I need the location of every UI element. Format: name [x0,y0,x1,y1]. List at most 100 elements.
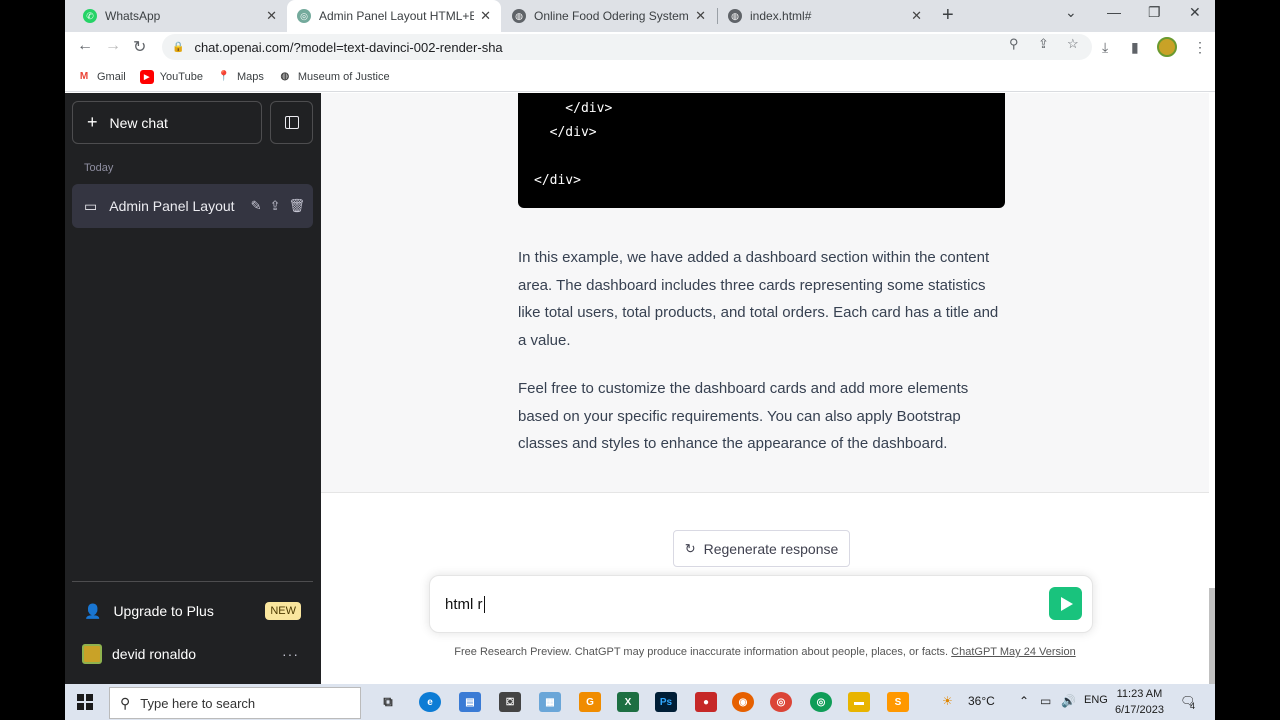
task-view-icon[interactable]: ⧉ [377,692,399,712]
temperature: 36°C [968,694,995,708]
tab-strip: ✆ WhatsApp ✕ ◎ Admin Panel Layout HTML+B… [65,0,1215,32]
reload-icon[interactable]: ↻ [133,37,146,57]
close-icon[interactable]: ✕ [695,8,706,24]
more-icon[interactable]: ··· [282,646,299,662]
chevron-up-icon[interactable]: ⌃ [1019,694,1029,708]
weather-icon[interactable]: ☀ [942,694,953,708]
side-panel-icon[interactable]: ▮ [1131,39,1139,56]
code-block: </div> </div> </div> [518,93,1005,208]
globe-icon: ◍ [280,71,290,82]
browser-window: ✆ WhatsApp ✕ ◎ Admin Panel Layout HTML+B… [65,0,1215,684]
edge-icon[interactable]: e [419,692,441,712]
search-icon: ⚲ [120,694,131,711]
user-menu[interactable]: devid ronaldo ··· [72,636,313,672]
message-input[interactable]: html r [429,575,1093,633]
excel-icon[interactable]: X [617,692,639,712]
section-label-today: Today [84,162,114,174]
photoshop-icon[interactable]: Ps [655,692,677,712]
chat-bubble-icon: ▭ [84,197,98,214]
user-icon: 👤 [84,602,102,619]
code-line: </div> [534,173,581,188]
new-chat-button[interactable]: + New chat [72,101,262,144]
minimize-icon[interactable]: — [1107,4,1121,20]
volume-icon[interactable]: 🔊 [1061,694,1076,708]
globe-icon: ◍ [728,9,742,23]
chrome-icon[interactable]: ◎ [810,692,832,712]
upgrade-button[interactable]: 👤 Upgrade to Plus NEW [72,593,313,629]
profile-avatar[interactable] [1157,37,1177,57]
app-icon[interactable]: G [579,692,601,712]
avatar [82,644,102,664]
bookmark-museum[interactable]: ◍ Museum of Justice [278,70,390,84]
tab-admin-panel[interactable]: ◎ Admin Panel Layout HTML+Boot ✕ [287,0,501,32]
close-window-icon[interactable]: ✕ [1189,4,1201,21]
plus-icon: + [87,112,98,132]
browser-toolbar: ← → ↻ 🔒 chat.openai.com/?model=text-davi… [65,32,1215,62]
version-link[interactable]: ChatGPT May 24 Version [951,646,1076,658]
clock[interactable]: 11:23 AM 6/17/2023 [1115,686,1164,718]
windows-start-icon[interactable] [77,694,93,710]
send-icon [1060,596,1073,611]
firefox-icon[interactable]: ◉ [732,692,754,712]
regenerate-button[interactable]: ↻ Regenerate response [673,530,850,567]
chrome-icon[interactable]: ◎ [770,692,792,712]
bookmark-maps[interactable]: 📍 Maps [217,70,264,84]
download-icon[interactable]: ⤓ [1102,39,1108,56]
folder-icon[interactable]: ▬ [848,692,870,712]
globe-icon: ◍ [512,9,526,23]
bookmark-gmail[interactable]: M Gmail [77,70,126,84]
lock-icon: 🔒 [172,41,185,53]
new-tab-button[interactable]: + [942,4,954,27]
trash-icon[interactable]: 🗑 [288,198,305,214]
zoom-icon[interactable]: ⚲ [1009,36,1019,52]
app-icon[interactable]: ▦ [539,692,561,712]
taskbar-search[interactable]: ⚲ Type here to search [109,687,361,719]
sidebar-divider [72,581,313,582]
disclaimer: Free Research Preview. ChatGPT may produ… [454,646,1076,658]
chevron-down-icon[interactable]: ⌄ [1065,4,1077,21]
text-caret [483,595,485,613]
message-paragraph: In this example, we have added a dashboa… [518,249,999,350]
new-badge: NEW [265,602,301,620]
windows-taskbar: ⚲ Type here to search ⧉ e ▤ ⛋ ▦ G X Ps ●… [65,684,1215,720]
tab-index-html[interactable]: ◍ index.html# ✕ [718,0,932,32]
close-icon[interactable]: ✕ [266,8,277,24]
menu-icon[interactable]: ⋮ [1193,39,1207,56]
share-icon[interactable]: ⇪ [270,198,281,214]
share-icon[interactable]: ⇪ [1038,36,1049,52]
refresh-icon: ↻ [684,540,696,556]
forward-icon[interactable]: → [105,37,121,55]
tab-whatsapp[interactable]: ✆ WhatsApp ✕ [73,0,287,32]
back-icon[interactable]: ← [77,37,93,55]
message-paragraph: Feel free to customize the dashboard car… [518,380,969,453]
bookmark-youtube[interactable]: ▶ YouTube [139,69,203,84]
gmail-icon: M [79,71,89,82]
chat-main: </div> </div> </div> In this example, we… [321,93,1215,684]
edit-icon[interactable]: ✎ [251,198,262,214]
address-bar[interactable]: 🔒 chat.openai.com/?model=text-davinci-00… [162,34,1092,60]
bookmark-star-icon[interactable]: ☆ [1067,36,1079,52]
toggle-sidebar-button[interactable] [270,101,313,144]
network-icon[interactable]: ▭ [1040,694,1051,708]
file-icon[interactable]: ▤ [459,692,481,712]
conversation-item[interactable]: ▭ Admin Panel Layout ✎ ⇪ 🗑 [72,184,313,228]
close-icon[interactable]: ✕ [911,8,922,24]
close-icon[interactable]: ✕ [480,8,491,24]
maps-icon: 📍 [217,71,231,82]
youtube-icon: ▶ [139,69,154,84]
send-button[interactable] [1049,587,1082,620]
language[interactable]: ENG [1084,694,1108,706]
tab-food-ordering[interactable]: ◍ Online Food Odering System ✕ [502,0,716,32]
notification-count: 4 [1190,701,1196,711]
store-icon[interactable]: ⛋ [499,692,521,712]
sublime-icon[interactable]: S [887,692,909,712]
bookmarks-bar: M Gmail ▶ YouTube 📍 Maps ◍ Museum of Jus… [65,62,1215,92]
scrollbar[interactable] [1209,588,1215,684]
whatsapp-icon: ✆ [83,9,97,23]
sidebar-toggle-icon [284,116,299,129]
openai-icon: ◎ [297,9,311,23]
recorder-icon[interactable]: ● [695,692,717,712]
restore-icon[interactable]: ❐ [1148,4,1161,21]
code-line: </div> [534,125,597,140]
